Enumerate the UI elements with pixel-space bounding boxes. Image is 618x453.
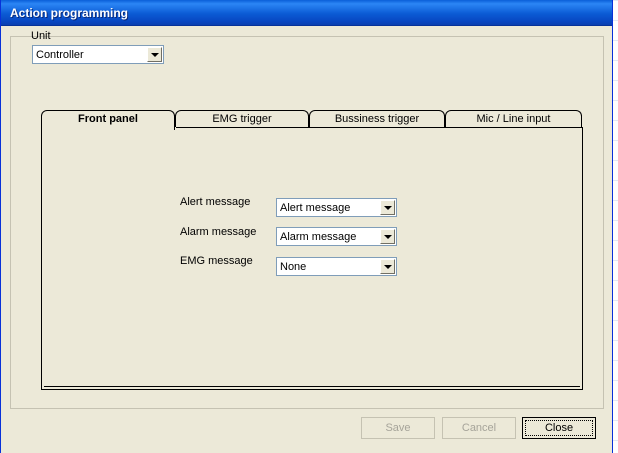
unit-dropdown-value: Controller	[36, 49, 84, 61]
tab-front-panel[interactable]: Front panel	[41, 110, 175, 130]
panel-divider	[44, 386, 580, 387]
chevron-down-icon[interactable]	[147, 47, 162, 62]
close-button[interactable]: Close	[522, 417, 596, 439]
tab-mic-line-input[interactable]: Mic / Line input	[445, 110, 582, 128]
chevron-down-icon[interactable]	[380, 259, 395, 274]
cancel-button[interactable]: Cancel	[442, 417, 516, 439]
alert-message-value: Alert message	[280, 202, 351, 214]
action-programming-window: Action programming Unit Controller Front…	[0, 0, 613, 453]
focus-rectangle	[525, 420, 593, 436]
tab-bussiness-trigger[interactable]: Bussiness trigger	[309, 110, 445, 128]
emg-message-value: None	[280, 261, 307, 273]
unit-label: Unit	[31, 30, 51, 42]
alert-message-dropdown[interactable]: Alert message	[276, 198, 397, 217]
emg-message-label: EMG message	[180, 255, 253, 267]
tab-strip: Front panel EMG trigger Bussiness trigge…	[41, 110, 583, 130]
tab-emg-trigger[interactable]: EMG trigger	[175, 110, 309, 128]
alarm-message-label: Alarm message	[180, 226, 257, 238]
title-bar[interactable]: Action programming	[1, 0, 612, 26]
unit-dropdown[interactable]: Controller	[32, 45, 164, 64]
window-title: Action programming	[10, 6, 129, 20]
chevron-down-icon[interactable]	[380, 200, 395, 215]
emg-message-dropdown[interactable]: None	[276, 257, 397, 276]
save-button[interactable]: Save	[361, 417, 435, 439]
alarm-message-value: Alarm message	[280, 231, 357, 243]
alert-message-label: Alert message	[180, 196, 251, 208]
chevron-down-icon[interactable]	[380, 229, 395, 244]
alarm-message-dropdown[interactable]: Alarm message	[276, 227, 397, 246]
